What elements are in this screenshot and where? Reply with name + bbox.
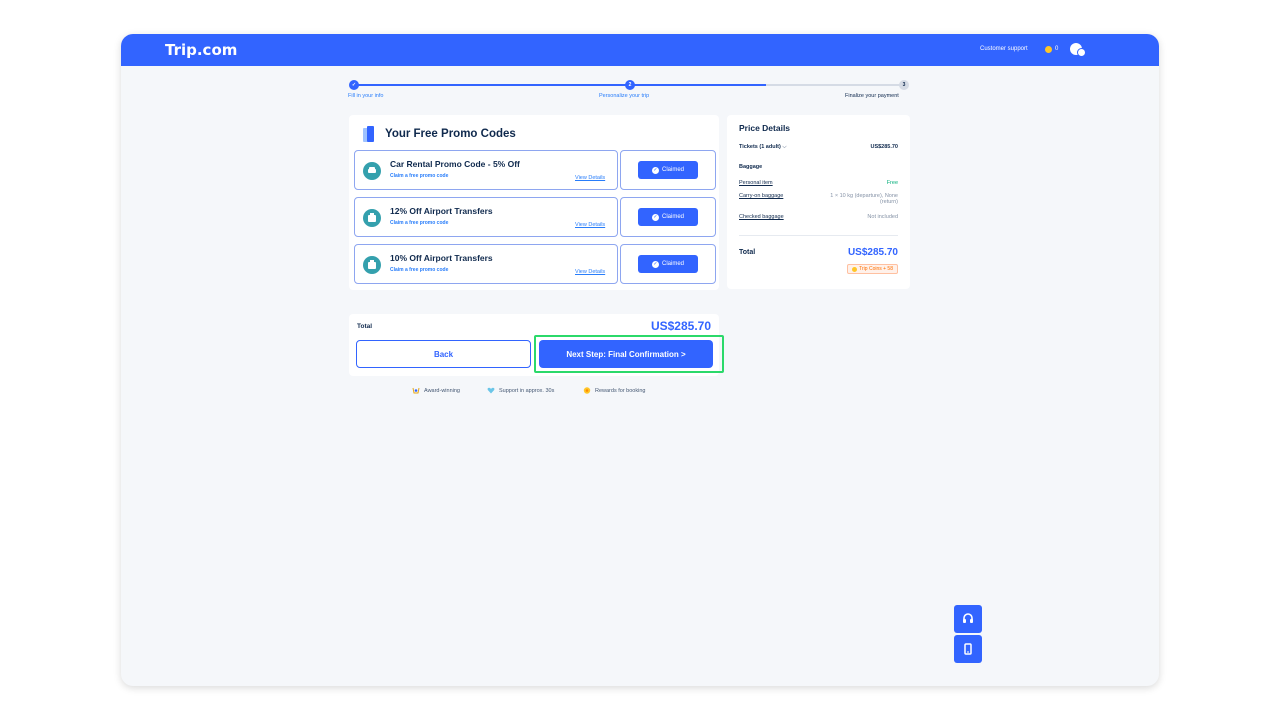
- carry-on-label[interactable]: Carry-on baggage: [739, 193, 783, 199]
- carry-on-value: 1 × 10 kg (departure), None (return): [830, 193, 898, 205]
- car-icon: [363, 162, 381, 180]
- bottom-total-label: Total: [357, 323, 373, 330]
- trip-logo[interactable]: Trip.com: [165, 41, 237, 59]
- back-button[interactable]: Back: [356, 340, 531, 368]
- feature-support: Support in approx. 30s: [487, 387, 554, 394]
- tickets-value: US$285.70: [870, 144, 898, 150]
- promo-name: 10% Off Airport Transfers: [390, 253, 493, 263]
- promo-action: ✓ Claimed: [620, 150, 716, 190]
- claimed-button[interactable]: ✓ Claimed: [638, 255, 698, 273]
- step-2-label: Personalize your trip: [599, 93, 650, 99]
- view-details-link[interactable]: View Details: [575, 175, 605, 181]
- promo-codes-title: Your Free Promo Codes: [385, 128, 516, 140]
- personal-item-row: Personal item Free: [739, 180, 898, 186]
- promo-item: Car Rental Promo Code - 5% Off Claim a f…: [354, 150, 716, 190]
- ticket-icon: [363, 126, 374, 142]
- headset-icon: [963, 613, 973, 623]
- step-1-label: Fill in your info: [348, 93, 384, 99]
- customer-support-link[interactable]: Customer support: [980, 46, 1028, 52]
- view-details-link[interactable]: View Details: [575, 222, 605, 228]
- phone-icon: [964, 643, 972, 655]
- award-icon: [412, 387, 420, 394]
- trip-coins-badge: Trip Coins + 58: [847, 264, 898, 274]
- step-2-circle: 2: [625, 80, 635, 90]
- promo-info: 10% Off Airport Transfers Claim a free p…: [354, 244, 618, 284]
- reward-coin-icon: [583, 387, 591, 394]
- coin-icon: [1045, 46, 1052, 53]
- promo-info: Car Rental Promo Code - 5% Off Claim a f…: [354, 150, 618, 190]
- step-3-label: Finalize your payment: [845, 93, 899, 99]
- next-step-highlight: [534, 335, 724, 373]
- baggage-heading: Baggage: [739, 164, 763, 170]
- claimed-button[interactable]: ✓ Claimed: [638, 208, 698, 226]
- promo-subtitle: Claim a free promo code: [390, 220, 449, 226]
- check-icon: ✓: [651, 166, 659, 174]
- step-1-check-icon: ✓: [349, 80, 359, 90]
- tickets-label: Tickets (1 adult): [739, 144, 781, 150]
- customer-service-button[interactable]: [954, 605, 982, 633]
- price-total-value: US$285.70: [847, 247, 898, 258]
- promo-codes-card: Your Free Promo Codes Car Rental Promo C…: [349, 115, 719, 290]
- checked-baggage-row: Checked baggage Not included: [739, 214, 898, 220]
- divider: [739, 235, 898, 236]
- price-total-label: Total: [739, 249, 756, 256]
- check-icon: ✓: [651, 260, 659, 268]
- airport-transfer-icon: [363, 209, 381, 227]
- feature-rewards: Rewards for booking: [583, 387, 645, 394]
- claimed-button[interactable]: ✓ Claimed: [638, 161, 698, 179]
- check-icon: ✓: [651, 213, 659, 221]
- top-nav-bar: Trip.com Customer support 0: [121, 34, 1159, 66]
- feature-award: Award-winning: [412, 387, 460, 394]
- price-details-title: Price Details: [739, 123, 791, 133]
- tickets-row[interactable]: Tickets (1 adult) ⌵ US$285.70: [739, 144, 898, 151]
- promo-name: Car Rental Promo Code - 5% Off: [390, 159, 520, 169]
- stepper-progress-line: [354, 84, 766, 86]
- step-3-circle: 3: [899, 80, 909, 90]
- promo-action: ✓ Claimed: [620, 197, 716, 237]
- checked-baggage-label[interactable]: Checked baggage: [739, 214, 784, 220]
- user-avatar-icon[interactable]: [1070, 43, 1086, 57]
- view-details-link[interactable]: View Details: [575, 269, 605, 275]
- promo-name: 12% Off Airport Transfers: [390, 206, 493, 216]
- chevron-down-icon: ⌵: [782, 144, 787, 150]
- promo-item: 12% Off Airport Transfers Claim a free p…: [354, 197, 716, 237]
- app-download-button[interactable]: [954, 635, 982, 663]
- personal-item-label[interactable]: Personal item: [739, 180, 773, 186]
- promo-subtitle: Claim a free promo code: [390, 173, 449, 179]
- coin-icon: [852, 266, 858, 272]
- promo-item: 10% Off Airport Transfers Claim a free p…: [354, 244, 716, 284]
- promo-subtitle: Claim a free promo code: [390, 267, 449, 273]
- promo-action: ✓ Claimed: [620, 244, 716, 284]
- stepper-remaining-line: [766, 84, 904, 86]
- airport-transfer-icon: [363, 256, 381, 274]
- price-details-card: Price Details Tickets (1 adult) ⌵ US$285…: [727, 115, 910, 289]
- promo-info: 12% Off Airport Transfers Claim a free p…: [354, 197, 618, 237]
- bottom-total-value: US$285.70: [650, 319, 711, 333]
- personal-item-value: Free: [886, 180, 898, 186]
- carry-on-row: Carry-on baggage 1 × 10 kg (departure), …: [739, 193, 898, 209]
- browser-window: Trip.com Customer support 0 ✓ 2 3 Fill i…: [121, 34, 1159, 686]
- heart-icon: [487, 387, 495, 394]
- checked-baggage-value: Not included: [867, 214, 898, 220]
- coin-count[interactable]: 0: [1055, 46, 1058, 52]
